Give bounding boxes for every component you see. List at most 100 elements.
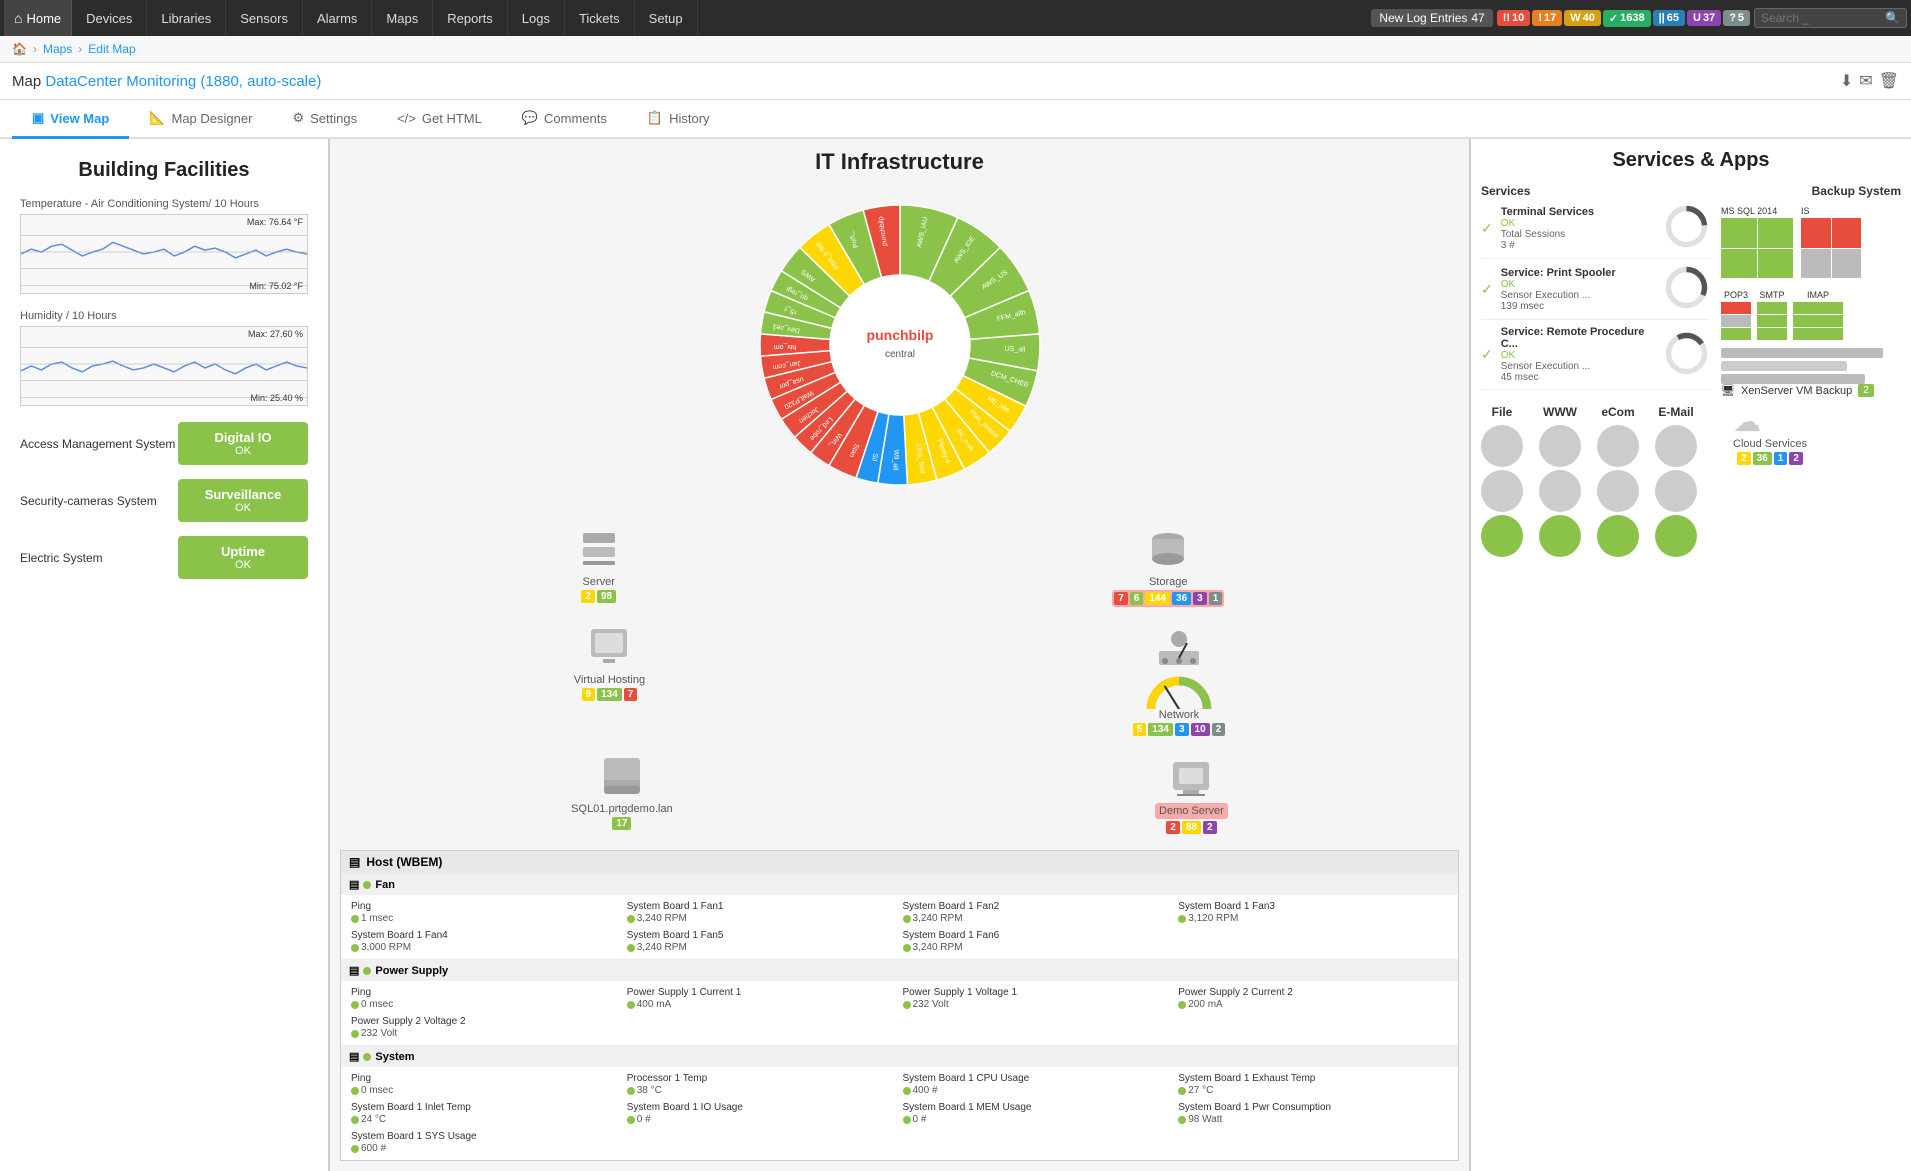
digital-io-button[interactable]: Digital IO OK [178, 422, 308, 465]
breadcrumb-sep1: › [33, 42, 37, 56]
ms-sql-grid [1721, 218, 1793, 278]
temp-chart-max: Max: 76.64 °F [247, 217, 303, 227]
server-badge-2: 98 [597, 590, 616, 603]
history-icon: 📋 [647, 110, 663, 126]
breadcrumb-edit-map[interactable]: Edit Map [88, 42, 135, 56]
tab-comments[interactable]: 💬 Comments [502, 100, 627, 139]
backup-bar-2 [1721, 361, 1847, 371]
network-block[interactable]: Network 5 134 3 10 2 [1133, 623, 1226, 736]
bottom-services: File WWW eCom E-Mail [1481, 405, 1901, 560]
download-icon[interactable]: ⬇ [1840, 71, 1853, 91]
tab-view-map[interactable]: ▣ View Map [12, 100, 129, 139]
fan-sensor-1: System Board 1 Fan1 3,240 RPM [625, 899, 899, 926]
demo-server-block[interactable]: Demo Server 2 88 2 [1155, 752, 1228, 834]
virtual-hosting-block[interactable]: Virtual Hosting 9 134 7 [574, 623, 645, 736]
is-grid [1801, 218, 1861, 278]
badge-yellow[interactable]: W 40 [1564, 10, 1601, 26]
email-title: E-Mail [1655, 405, 1697, 419]
power-sensor-2: Power Supply 1 Voltage 1 232 Volt [901, 985, 1175, 1012]
service-row-rpc: ✓ Service: Remote Procedure C... OK Sens… [1481, 326, 1709, 390]
fan-sensor-4: System Board 1 Fan4 3,000 RPM [349, 928, 623, 955]
it-icons-row-2: Virtual Hosting 9 134 7 [340, 623, 1459, 736]
host-fan-row: ▤ Fan Ping 1 msec System Board 1 Fan1 3,… [341, 873, 1458, 959]
badge-unusual[interactable]: U 37 [1687, 10, 1721, 26]
temperature-chart: Max: 76.64 °F Min: 75.02 °F [20, 214, 308, 294]
uptime-button[interactable]: Uptime OK [178, 536, 308, 579]
digital-io-status: OK [198, 445, 288, 457]
power-sensor-1: Power Supply 1 Current 1 400 mA [625, 985, 899, 1012]
badge-pause[interactable]: || 65 [1653, 10, 1685, 26]
search-input[interactable] [1761, 11, 1881, 25]
breadcrumb-maps[interactable]: Maps [43, 42, 72, 56]
storage-badges: 7 6 144 36 3 1 [1112, 590, 1224, 607]
tab-get-html[interactable]: </> Get HTML [377, 101, 502, 139]
system-row-header: ▤ System [341, 1046, 1458, 1067]
terminal-service-info: Terminal Services OK Total Sessions 3 # [1501, 206, 1656, 251]
email-protocols: POP3 SMTP [1721, 290, 1901, 340]
badge-warning[interactable]: ! 17 [1532, 10, 1562, 26]
pop3-cell-2 [1721, 315, 1751, 327]
power-sensor-3: Power Supply 2 Current 2 200 mA [1176, 985, 1450, 1012]
imap-box: IMAP [1793, 290, 1843, 340]
svg-text:Wil_all: Wil_all [891, 449, 899, 470]
search-box[interactable]: 🔍 [1754, 8, 1907, 28]
main-content: Building Facilities Temperature - Air Co… [0, 139, 1911, 1171]
nav-devices[interactable]: Devices [72, 0, 147, 36]
is-label: IS [1801, 206, 1861, 216]
storage-block[interactable]: Storage 7 6 144 36 3 1 [1112, 525, 1224, 607]
sql-cell-4 [1758, 249, 1794, 279]
print-gauge [1664, 265, 1709, 313]
nav-libraries[interactable]: Libraries [147, 0, 226, 36]
sql-badges: 17 [571, 817, 673, 830]
delete-icon[interactable]: 🗑 [1879, 71, 1899, 91]
xenserver-badge: 2 [1858, 384, 1874, 397]
rpc-status: OK [1501, 350, 1656, 361]
terminal-gauge [1664, 204, 1709, 252]
home-button[interactable]: ⌂ Home [4, 0, 72, 36]
it-infrastructure-title: IT Infrastructure [815, 149, 984, 175]
server-block[interactable]: Server 2 98 [575, 525, 623, 607]
uptime-title: Uptime [198, 544, 288, 559]
tab-map-designer[interactable]: 📐 Map Designer [129, 100, 272, 139]
smtp-box: SMTP [1757, 290, 1787, 340]
storage-label: Storage [1112, 576, 1224, 588]
humidity-chart: Max: 27.60 % Min: 25.40 % [20, 326, 308, 406]
sql-icon [598, 752, 646, 800]
pop3-box: POP3 [1721, 290, 1751, 340]
badge-ok[interactable]: ✓ 1638 [1603, 10, 1651, 27]
badge-group: !! 10 ! 17 W 40 ✓ 1638 || 65 U 37 ? 5 [1497, 10, 1750, 27]
power-expand-icon[interactable]: ▤ [349, 964, 359, 977]
surveillance-button[interactable]: Surveillance OK [178, 479, 308, 522]
svg-text:US_all: US_all [1004, 346, 1025, 354]
nav-tickets[interactable]: Tickets [565, 0, 635, 36]
rpc-detail2: 45 msec [1501, 372, 1656, 383]
nav-alarms[interactable]: Alarms [303, 0, 372, 36]
right-top-area: Services ✓ Terminal Services OK Total Se… [1481, 184, 1901, 405]
system-status-icon [363, 1053, 371, 1061]
nav-setup[interactable]: Setup [635, 0, 698, 36]
nav-logs[interactable]: Logs [508, 0, 565, 36]
ms-sql-box: MS SQL 2014 [1721, 206, 1793, 278]
humidity-chart-section: Humidity / 10 Hours Max: 27.60 % Min: 25… [20, 310, 308, 406]
rpc-check-icon: ✓ [1481, 346, 1493, 363]
pop3-grid [1721, 302, 1751, 340]
pop3-cell-1 [1721, 302, 1751, 314]
log-entries-button[interactable]: New Log Entries 47 [1371, 9, 1492, 27]
email-icon[interactable]: ✉ [1859, 71, 1872, 91]
tab-settings[interactable]: ⚙ Settings [272, 100, 377, 139]
imap-cell-3 [1793, 328, 1843, 340]
host-expand-icon[interactable]: ▤ [349, 855, 360, 869]
nav-maps[interactable]: Maps [372, 0, 433, 36]
nav-reports[interactable]: Reports [433, 0, 508, 36]
system-expand-icon[interactable]: ▤ [349, 1050, 359, 1063]
badge-unknown[interactable]: ? 5 [1723, 10, 1750, 26]
tab-history[interactable]: 📋 History [627, 100, 730, 139]
breadcrumb-home-icon[interactable]: 🏠 [12, 42, 27, 56]
sql-block[interactable]: SQL01.prtgdemo.lan 17 [571, 752, 673, 834]
badge-critical[interactable]: !! 10 [1497, 10, 1531, 26]
imap-label: IMAP [1793, 290, 1843, 300]
page-title-bar: Map DataCenter Monitoring (1880, auto-sc… [0, 63, 1911, 100]
fan-expand-icon[interactable]: ▤ [349, 878, 359, 891]
nav-sensors[interactable]: Sensors [226, 0, 303, 36]
svg-text:hiv_om: hiv_om [773, 343, 796, 350]
